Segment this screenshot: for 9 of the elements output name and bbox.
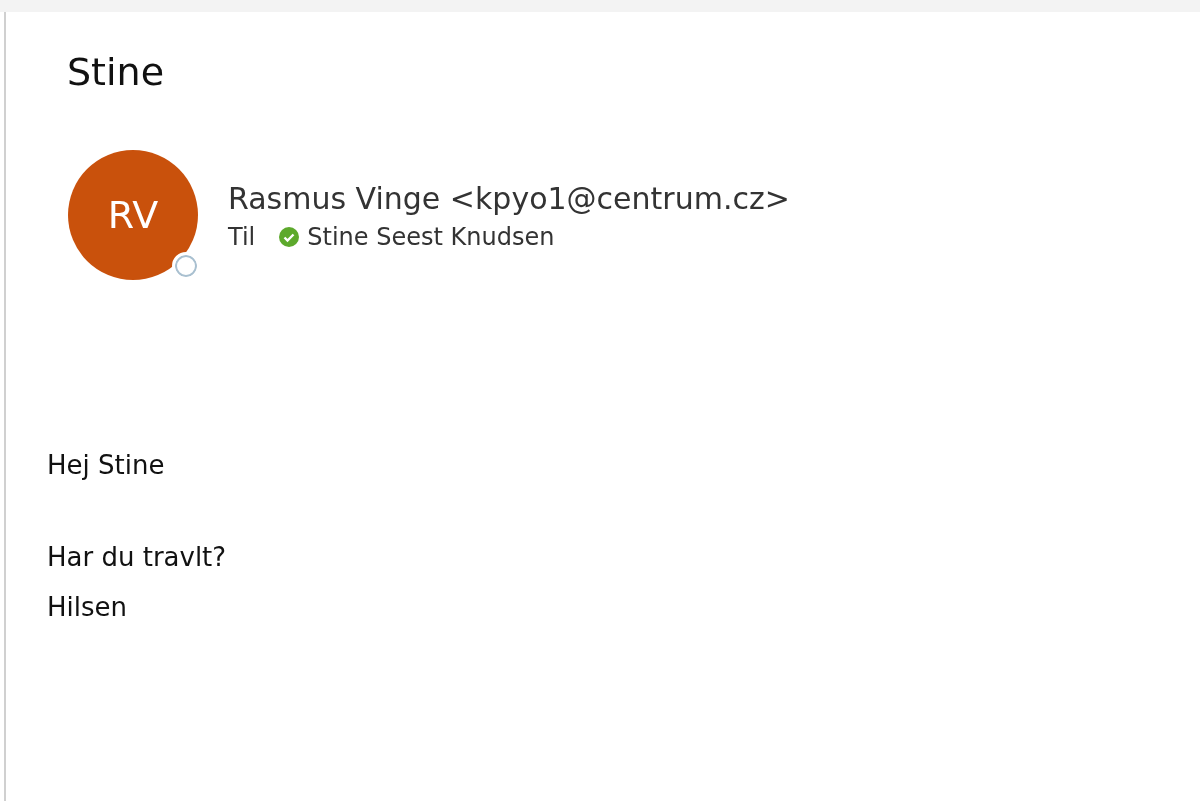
sender-name[interactable]: Rasmus Vinge <kpyo1@centrum.cz> [228,179,790,219]
to-label: Til [228,223,256,251]
recipient-name[interactable]: Stine Seest Knudsen [307,223,555,251]
body-text: Hej Stine [47,449,166,482]
message-subject: Stine [67,49,166,96]
sender-avatar: RV [68,150,198,280]
check-icon [279,227,300,247]
body-text: Har du travlt? [47,541,228,574]
body-text: Hilsen [47,591,129,624]
